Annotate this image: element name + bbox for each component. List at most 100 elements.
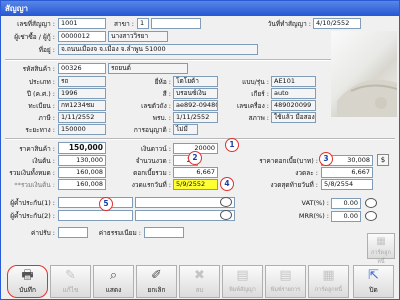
show-button[interactable]: ⌕ แสดง [93,265,134,298]
delete-icon: ✖ [194,268,205,283]
interest-label: ดอกเบี้ยรวม : [133,169,171,177]
cancel-button[interactable]: ✐ ยกเลิก [136,265,177,298]
price-label: ราคาสินค้า : [19,145,55,153]
brand-field: โตโยต้า [173,76,218,87]
branch-name-field[interactable] [151,18,201,29]
edit-icon: ✎ [65,268,76,283]
interest-rate-label: ราคาดอกเบี้ย(บาท) : [259,157,318,165]
mrr-ellipsis-button[interactable] [365,211,377,221]
print-contract-button[interactable]: ▤ พิมพ์สัญญา [222,265,263,298]
first-due-field[interactable]: 5/9/2552 [173,179,218,190]
color-label: สี : [162,90,171,98]
fee-label: ค่าธรรมเนียม : [98,229,141,237]
contract-date-field[interactable]: 4/10/2552 [313,18,361,29]
contract-no-label: เลขที่สัญญา : [17,20,55,28]
reg-label: ทะเบียน : [28,102,55,110]
year-label: ปี (ค.ศ.) : [26,90,55,98]
contract-no-field[interactable]: 1001 [58,18,106,29]
insurance-label: พรบ. : [152,114,171,122]
mrr-field[interactable]: 0.00 [331,211,361,222]
year-field: 1996 [58,88,106,99]
color-field: บรอนซ์เงิน [173,88,218,99]
buyer-label: ผู้เช่าซื้อ / ผู้กู้ : [14,33,55,41]
chassis-label: เลขตัวถัง : [141,102,171,110]
per-period-field[interactable]: 6,667 [321,167,373,178]
product-name-field: รถยนต์ [108,63,188,74]
delete-button[interactable]: ✖ ลบ [179,265,220,298]
vehicle-divider [5,138,395,140]
insurance-field: 1/11/2552 [173,112,218,123]
per-period-label: งวดละ : [295,169,318,177]
engine-field: 489020099 [271,100,316,111]
save-button[interactable]: 🖶 บันทึก [7,265,48,298]
currency-button[interactable]: $ [377,154,389,166]
car-photo [331,31,397,117]
type-label: ประเภท : [28,78,55,86]
product-code-field[interactable]: 00326 [58,63,106,74]
remain-field[interactable]: 160,008 [58,179,106,190]
price-field[interactable]: 150,000 [58,142,106,154]
cancel-icon: ✐ [151,268,162,283]
last-due-label: งวดสุดท้ายวันที่ : [270,181,318,189]
printer-icon: 🖶 [21,268,34,283]
debtor-card-button[interactable]: ▦ การ์ดลูกหนี้ [308,265,349,298]
status-label: สภาพ : [248,114,269,122]
brand-label: ยี่ห้อ : [154,78,171,86]
mrr-label: MRR(%) : [298,212,329,220]
buyer-code-field[interactable]: 0000012 [58,31,106,42]
tax-label: ภาษี : [38,114,55,122]
guarantor1-label: ผู้ค้ำประกัน(1) : [10,199,55,207]
guarantor2-label: ผู้ค้ำประกัน(2) : [10,212,55,220]
edit-button[interactable]: ✎ แก้ไข [50,265,91,298]
contract-window: สัญญา เลขที่สัญญา : 1001 สาขา : 1 วันที่… [0,0,400,300]
down-payment-label: เงินดาวน์ : [140,145,171,153]
card-icon: ▦ [376,236,386,247]
gear-field: auto [271,88,316,99]
last-due-field[interactable]: 5/8/2554 [321,179,373,190]
type-field: รถ [58,76,106,87]
guarantor2-ellipsis-button[interactable] [220,210,232,220]
installments-label: จำนวนงวด : [135,157,171,165]
debtor-card-side-button[interactable]: ▦ การ์ดลูกหนี้ [367,233,395,265]
marker-4: 4 [220,177,234,191]
product-code-label: รหัสสินค้า : [22,65,55,73]
ownership-field: ไม่มี [173,124,198,135]
ownership-label: การอนุญาติ : [133,126,171,134]
total-field[interactable]: 160,008 [58,167,106,178]
interest-field[interactable]: 6,667 [173,167,218,178]
fine-field[interactable] [58,227,88,238]
guarantor2-field[interactable] [58,210,133,221]
mileage-field: 150000 [58,124,106,135]
guarantor1-field[interactable] [58,197,133,208]
print-contract-icon: ▤ [236,268,249,283]
address-label: ที่อยู่ : [38,46,55,54]
guarantor1-ellipsis-button[interactable] [220,197,232,207]
contract-date-label: วันที่ทำสัญญา : [267,20,311,28]
model-label: แบบ/รุ่น : [242,78,269,86]
window-title: สัญญา [1,1,399,16]
status-field: ใช้แล้ว มือสอง [271,112,316,123]
marker-5: 5 [99,197,113,211]
card-icon: ▦ [322,268,335,283]
marker-2: 2 [188,151,202,165]
marker-3: 3 [319,152,333,166]
exit-icon: ⇱ [368,268,379,283]
fee-field[interactable] [144,227,184,238]
branch-field[interactable]: 1 [137,18,149,29]
search-icon: ⌕ [109,268,118,283]
car-photo-graphic [337,79,397,117]
vat-ellipsis-button[interactable] [365,198,377,208]
mileage-label: ระยะทาง : [25,126,55,134]
fine-label: ค่าปรับ : [31,229,55,237]
tax-field: 1/11/2552 [58,112,106,123]
exit-button[interactable]: ⇱ ปิด [353,265,394,298]
principal-field[interactable]: 130,000 [58,155,106,166]
remain-label: **รวมเงินต้น : [14,181,55,189]
chassis-field: ae892-09480 [173,100,218,111]
total-label: รวมเงินทั้งหมด : [9,169,55,177]
buyer-name-field: นางสาววิรยา [108,31,168,42]
print-list-icon: ▤ [279,268,292,283]
print-list-button[interactable]: ▤ พิมพ์รายการ [265,265,306,298]
vat-field[interactable]: 0.00 [331,198,361,209]
reg-field: กท1234ชม [58,100,106,111]
